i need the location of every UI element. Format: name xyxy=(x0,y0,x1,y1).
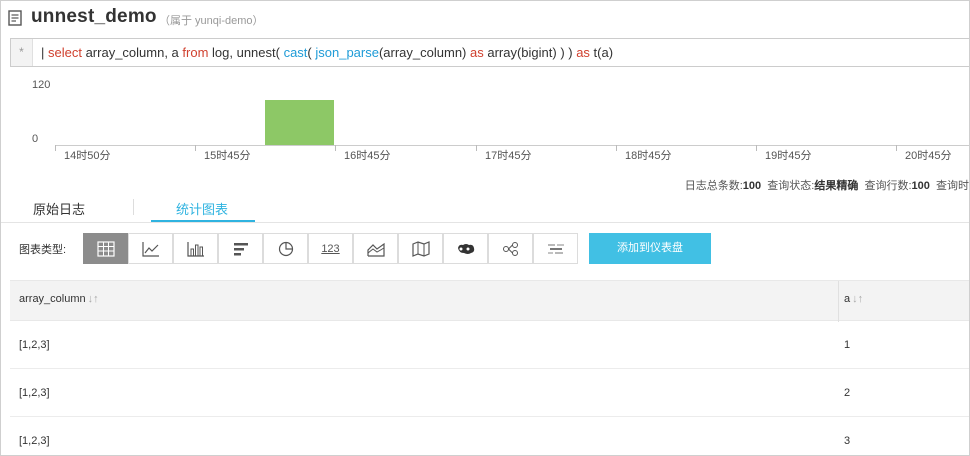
query-token: | xyxy=(41,45,48,60)
chart-type-flow-button[interactable] xyxy=(488,233,533,264)
active-tab-indicator xyxy=(151,220,255,222)
x-tick-label: 17时45分 xyxy=(485,150,532,162)
header: unnest_demo （属于 yunqi-demo） xyxy=(1,1,969,35)
time-label: 查询时 xyxy=(936,180,969,192)
number-icon: 123 xyxy=(321,242,340,255)
query-editor[interactable]: * | select array_column, a from log, unn… xyxy=(10,38,969,67)
x-axis-line xyxy=(55,145,969,146)
tab-stats-chart[interactable]: 统计图表 xyxy=(176,199,228,218)
query-token: as xyxy=(576,45,590,60)
cell-array-column: [1,2,3] xyxy=(19,387,50,399)
rows-value: 100 xyxy=(911,180,930,192)
column-divider xyxy=(838,281,839,322)
status-label: 查询状态: xyxy=(767,180,815,192)
chart-type-china-map-button[interactable] xyxy=(443,233,488,264)
rows-label: 查询行数: xyxy=(864,180,912,192)
x-tick-label: 20时45分 xyxy=(905,150,952,162)
tab-divider xyxy=(133,199,134,215)
query-token: (array_column) xyxy=(378,45,470,60)
column-header-array-column[interactable]: array_column ↓↑ xyxy=(19,293,99,305)
sort-icon[interactable]: ↓↑ xyxy=(852,293,863,305)
chart-type-label: 图表类型: xyxy=(19,244,67,256)
x-tick-mark xyxy=(896,145,897,151)
query-token: as xyxy=(470,45,484,60)
x-tick-label: 18时45分 xyxy=(625,150,672,162)
table-row: [1,2,3] 2 xyxy=(10,369,969,417)
query-token: t(a) xyxy=(589,45,614,60)
chart-type-line-button[interactable] xyxy=(128,233,173,264)
x-tick-label: 15时45分 xyxy=(204,150,251,162)
word-cloud-icon xyxy=(547,243,564,254)
query-token: array_column, a xyxy=(81,45,183,60)
area-chart-icon xyxy=(366,242,385,257)
query-text[interactable]: | select array_column, a from log, unnes… xyxy=(41,39,613,66)
project-tag: （属于 yunqi-demo） xyxy=(159,15,264,27)
x-tick-mark xyxy=(476,145,477,151)
x-tick-label: 16时45分 xyxy=(344,150,391,162)
query-token: cast xyxy=(283,45,308,60)
total-count-value: 100 xyxy=(742,180,762,192)
flow-icon xyxy=(502,241,518,256)
column-header-a[interactable]: a ↓↑ xyxy=(844,293,863,305)
page-title: unnest_demo xyxy=(31,6,157,27)
table-row: [1,2,3] 1 xyxy=(10,321,969,369)
query-stats: 日志总条数:100 查询状态:结果精确 查询行数:100 查询时 xyxy=(685,177,969,193)
column-header-label: a xyxy=(844,293,851,305)
cell-array-column: [1,2,3] xyxy=(19,339,50,351)
query-token: json_parse xyxy=(315,45,379,60)
query-token: log, unnest( xyxy=(208,45,284,60)
table-row: [1,2,3] 3 xyxy=(10,417,969,455)
chart-type-table-button[interactable] xyxy=(83,233,128,264)
log-histogram: 120 0 14时50分 15时45分 16时45分 17时45分 18时45分… xyxy=(10,71,969,167)
x-tick-mark xyxy=(335,145,336,151)
query-token: select xyxy=(48,45,82,60)
tab-raw-logs[interactable]: 原始日志 xyxy=(33,199,85,218)
china-map-icon xyxy=(457,243,474,254)
chart-type-hbar-button[interactable] xyxy=(218,233,263,264)
y-tick-label: 0 xyxy=(32,133,39,145)
horizontal-bar-icon xyxy=(233,242,248,255)
x-tick-mark xyxy=(55,145,56,151)
cell-a: 2 xyxy=(844,387,851,399)
chart-type-pie-button[interactable] xyxy=(263,233,308,264)
chart-type-wordcloud-button[interactable] xyxy=(533,233,578,264)
chart-type-bar-button[interactable] xyxy=(173,233,218,264)
add-to-dashboard-button[interactable]: 添加到仪表盘 xyxy=(589,233,711,264)
cell-array-column: [1,2,3] xyxy=(19,435,50,447)
chart-type-area-button[interactable] xyxy=(353,233,398,264)
logstore-icon xyxy=(8,10,22,26)
query-token: from xyxy=(182,45,209,60)
sort-icon[interactable]: ↓↑ xyxy=(88,293,99,305)
x-tick-label: 19时45分 xyxy=(765,150,812,162)
chart-type-map-button[interactable] xyxy=(398,233,443,264)
query-gutter: * xyxy=(11,39,33,66)
line-chart-icon xyxy=(141,241,159,257)
chart-type-toolbar: 图表类型: 123 添加到仪表盘 xyxy=(1,231,969,265)
query-token: array(bigint) ) ) xyxy=(483,45,577,60)
y-tick-label: 120 xyxy=(32,79,51,91)
result-tabs: 原始日志 统计图表 xyxy=(1,193,969,223)
map-icon xyxy=(411,240,430,257)
x-tick-label: 14时50分 xyxy=(64,150,111,162)
x-tick-mark xyxy=(616,145,617,151)
cell-a: 3 xyxy=(844,435,851,447)
bar-chart-icon xyxy=(186,241,204,257)
table-header: array_column ↓↑ a ↓↑ xyxy=(10,280,969,322)
column-header-label: array_column xyxy=(19,293,86,305)
x-tick-mark xyxy=(195,145,196,151)
chart-type-number-button[interactable]: 123 xyxy=(308,233,353,264)
cell-a: 1 xyxy=(844,339,851,351)
status-value: 结果精确 xyxy=(814,180,859,192)
total-count-label: 日志总条数: xyxy=(684,180,743,192)
x-tick-mark xyxy=(756,145,757,151)
pie-chart-icon xyxy=(278,241,293,256)
histogram-bar[interactable] xyxy=(265,100,334,145)
app-frame: unnest_demo （属于 yunqi-demo） * | select a… xyxy=(0,0,970,456)
table-icon xyxy=(96,240,115,257)
